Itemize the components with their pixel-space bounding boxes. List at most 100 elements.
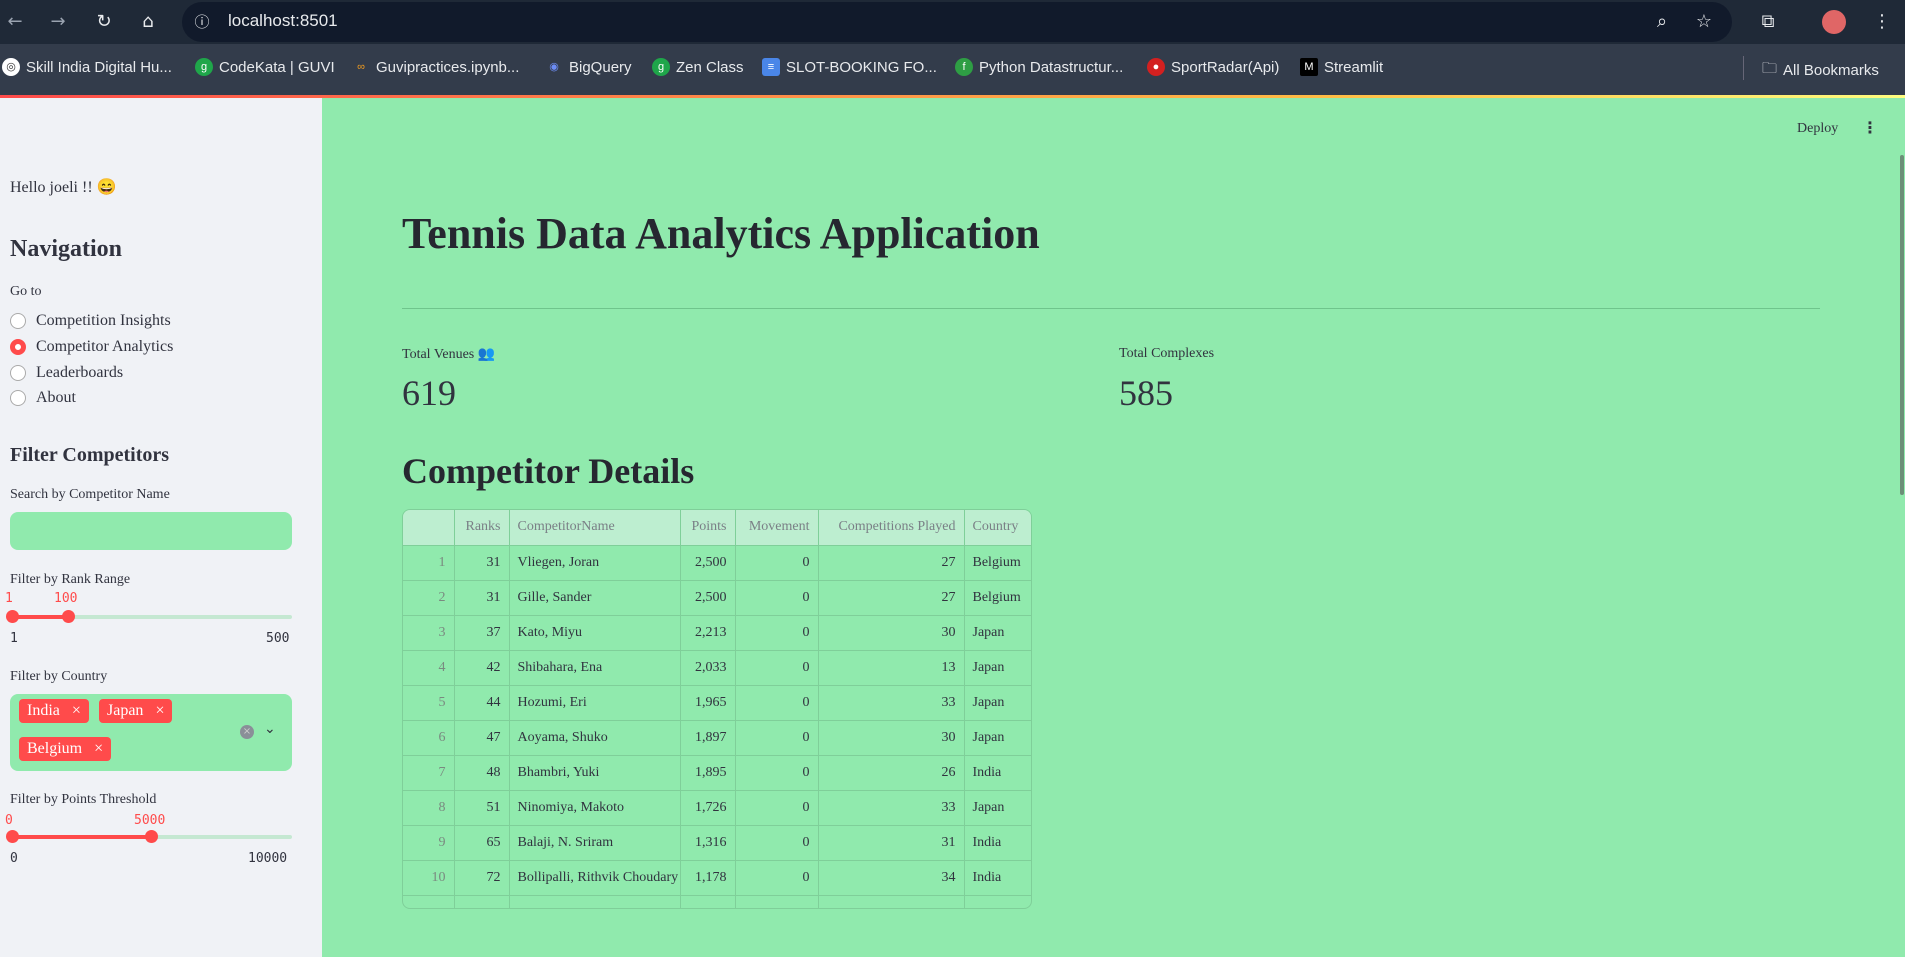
table-cell[interactable]: Japan: [964, 650, 1031, 686]
bookmark[interactable]: f Python Datastructur...: [955, 58, 1123, 76]
address-bar[interactable]: [182, 2, 1732, 42]
main-menu-icon[interactable]: ⋮: [1862, 118, 1878, 137]
slider-thumb[interactable]: [6, 830, 19, 843]
table-cell[interactable]: Aoyama, Shuko: [509, 720, 681, 756]
table-cell[interactable]: Shibahara, Ena: [509, 650, 681, 686]
radio-about[interactable]: About: [10, 389, 76, 407]
column-header[interactable]: Movement: [735, 510, 819, 546]
table-cell[interactable]: 2,500: [680, 545, 736, 581]
bookmark[interactable]: ◉ BigQuery: [545, 58, 631, 76]
table-cell[interactable]: 0: [735, 755, 819, 791]
table-cell[interactable]: 0: [735, 580, 819, 616]
table-cell[interactable]: 33: [818, 685, 965, 721]
table-cell[interactable]: Japan: [964, 615, 1031, 651]
scrollbar[interactable]: [1900, 155, 1904, 495]
slider-thumb[interactable]: [62, 610, 75, 623]
table-cell[interactable]: 0: [735, 545, 819, 581]
table-cell[interactable]: 0: [735, 825, 819, 861]
column-header[interactable]: Ranks: [454, 510, 510, 546]
table-cell[interactable]: Bhambri, Yuki: [509, 755, 681, 791]
rank-slider[interactable]: [6, 610, 292, 623]
table-cell[interactable]: 1: [403, 545, 455, 581]
column-header[interactable]: Competitions Played: [818, 510, 965, 546]
table-cell[interactable]: 34: [818, 860, 965, 896]
bookmark[interactable]: ≡ SLOT-BOOKING FO...: [762, 58, 937, 76]
forward-icon[interactable]: →: [46, 10, 70, 34]
bookmark[interactable]: ∞ Guvipractices.ipynb...: [352, 58, 519, 76]
table-cell[interactable]: 3: [403, 615, 455, 651]
table-cell[interactable]: Belgium: [964, 580, 1031, 616]
remove-tag-icon[interactable]: ×: [72, 702, 81, 720]
table-cell[interactable]: 1,178: [680, 860, 736, 896]
table-cell[interactable]: Belgium: [964, 545, 1031, 581]
table-cell[interactable]: Vliegen, Joran: [509, 545, 681, 581]
table-cell[interactable]: 37: [454, 615, 510, 651]
table-row[interactable]: 8 51 Ninomiya, Makoto 1,726 0 33 Japan: [403, 790, 1031, 826]
table-cell[interactable]: Hozumi, Eri: [509, 685, 681, 721]
extensions-icon[interactable]: ⧉: [1756, 10, 1780, 34]
table-cell[interactable]: 9: [403, 825, 455, 861]
column-header[interactable]: Country: [964, 510, 1031, 546]
table-cell[interactable]: 2: [403, 580, 455, 616]
table-cell[interactable]: 0: [735, 615, 819, 651]
table-cell[interactable]: Bollipalli, Rithvik Choudary: [509, 860, 681, 896]
table-row[interactable]: 10 72 Bollipalli, Rithvik Choudary 1,178 0 34…: [403, 860, 1031, 896]
table-cell[interactable]: 31: [454, 580, 510, 616]
table-cell[interactable]: 6: [403, 720, 455, 756]
chevron-down-icon[interactable]: ⌄: [264, 721, 276, 737]
table-cell[interactable]: 1,316: [680, 825, 736, 861]
bookmark[interactable]: ◎ Skill India Digital Hu...: [2, 58, 172, 76]
bookmark[interactable]: M Streamlit: [1300, 58, 1383, 76]
table-cell[interactable]: Balaji, N. Sriram: [509, 825, 681, 861]
table-cell[interactable]: 0: [735, 860, 819, 896]
table-cell[interactable]: 2,033: [680, 650, 736, 686]
table-cell[interactable]: 1,726: [680, 790, 736, 826]
zoom-icon[interactable]: ⌕: [1650, 10, 1674, 34]
table-cell[interactable]: 10: [403, 860, 455, 896]
competitor-table[interactable]: Ranks CompetitorName Points Movement Competi…: [402, 509, 1032, 909]
table-cell[interactable]: 47: [454, 720, 510, 756]
slider-thumb[interactable]: [145, 830, 158, 843]
table-cell[interactable]: 7: [403, 755, 455, 791]
country-multiselect[interactable]: India × Japan × Belgium × × ⌄: [10, 694, 292, 771]
table-cell[interactable]: 2,500: [680, 580, 736, 616]
table-cell[interactable]: 33: [818, 790, 965, 826]
column-header[interactable]: CompetitorName: [509, 510, 681, 546]
table-cell[interactable]: Japan: [964, 685, 1031, 721]
table-cell[interactable]: 0: [735, 720, 819, 756]
bookmark[interactable]: ● SportRadar(Api): [1147, 58, 1279, 76]
info-icon[interactable]: ⓘ: [190, 10, 214, 34]
reload-icon[interactable]: ↻: [92, 10, 116, 34]
table-cell[interactable]: 27: [818, 545, 965, 581]
table-cell[interactable]: 30: [818, 615, 965, 651]
slider-thumb[interactable]: [6, 610, 19, 623]
radio-competitor-analytics[interactable]: Competitor Analytics: [10, 338, 173, 356]
menu-icon[interactable]: ⋮: [1870, 10, 1894, 34]
table-row[interactable]: 7 48 Bhambri, Yuki 1,895 0 26 India: [403, 755, 1031, 791]
table-cell[interactable]: 72: [454, 860, 510, 896]
back-icon[interactable]: ←: [3, 10, 27, 34]
table-cell[interactable]: 42: [454, 650, 510, 686]
table-cell[interactable]: 0: [735, 790, 819, 826]
remove-tag-icon[interactable]: ×: [94, 740, 103, 758]
radio-competition-insights[interactable]: Competition Insights: [10, 312, 171, 330]
table-cell[interactable]: 5: [403, 685, 455, 721]
table-cell[interactable]: 31: [454, 545, 510, 581]
table-cell[interactable]: Kato, Miyu: [509, 615, 681, 651]
table-row[interactable]: 2 31 Gille, Sander 2,500 0 27 Belgium: [403, 580, 1031, 616]
deploy-button[interactable]: Deploy: [1797, 121, 1838, 137]
table-row[interactable]: 9 65 Balaji, N. Sriram 1,316 0 31 India: [403, 825, 1031, 861]
table-cell[interactable]: 1,965: [680, 685, 736, 721]
table-cell[interactable]: Ninomiya, Makoto: [509, 790, 681, 826]
table-cell[interactable]: 0: [735, 650, 819, 686]
all-bookmarks[interactable]: 🗀 All Bookmarks: [1762, 58, 1879, 83]
table-cell[interactable]: 2,213: [680, 615, 736, 651]
table-cell[interactable]: 26: [818, 755, 965, 791]
table-cell[interactable]: 0: [735, 685, 819, 721]
radio-leaderboards[interactable]: Leaderboards: [10, 364, 123, 382]
table-cell[interactable]: 1,895: [680, 755, 736, 791]
table-row[interactable]: 6 47 Aoyama, Shuko 1,897 0 30 Japan: [403, 720, 1031, 756]
table-cell[interactable]: Gille, Sander: [509, 580, 681, 616]
home-icon[interactable]: ⌂: [136, 10, 160, 34]
clear-all-icon[interactable]: ×: [240, 725, 254, 739]
